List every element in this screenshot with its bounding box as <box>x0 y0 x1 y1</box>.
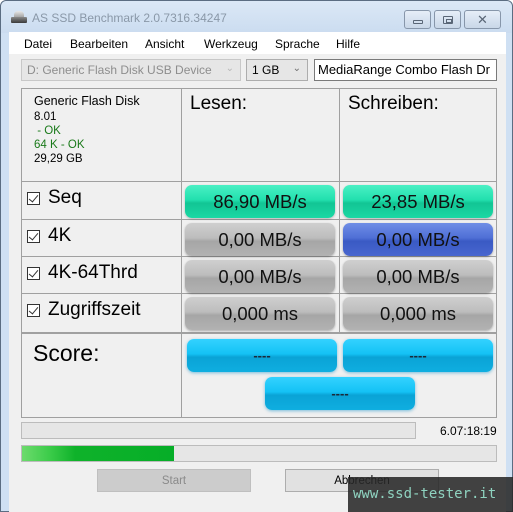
drive-icon <box>11 11 27 23</box>
test-access-time[interactable]: Zugriffszeit <box>27 299 141 321</box>
access-write-result: 0,000 ms <box>343 297 493 330</box>
checkbox-icon[interactable] <box>27 229 40 243</box>
maximize-button[interactable] <box>434 10 461 29</box>
overall-progress-fill <box>22 446 174 461</box>
elapsed-time: 6.07:18:19 <box>440 424 497 438</box>
firmware-version: 8.01 <box>34 111 57 123</box>
window-title: AS SSD Benchmark 2.0.7316.34247 <box>32 11 227 25</box>
score-label: Score: <box>33 340 100 366</box>
device-capacity: 29,29 GB <box>34 153 83 165</box>
test-label: 4K <box>48 225 72 246</box>
close-icon: ✕ <box>477 11 488 27</box>
minimize-button[interactable] <box>404 10 431 29</box>
checkbox-icon[interactable] <box>27 266 40 280</box>
chevron-down-icon: ⌄ <box>292 63 301 74</box>
overall-progress-bar <box>21 445 497 462</box>
4k64-write-result: 0,00 MB/s <box>343 260 493 293</box>
app-window: AS SSD Benchmark 2.0.7316.34247 ✕ Datei … <box>0 0 513 512</box>
access-read-result: 0,000 ms <box>185 297 335 330</box>
menu-bar: Datei Bearbeiten Ansicht Werkzeug Sprach… <box>9 32 506 54</box>
alignment-status: 64 K - OK <box>34 139 85 151</box>
seq-write-result: 23,85 MB/s <box>343 185 493 218</box>
title-bar[interactable]: AS SSD Benchmark 2.0.7316.34247 ✕ <box>1 1 512 33</box>
menu-hilfe[interactable]: Hilfe <box>336 37 360 51</box>
score-total: ---- <box>265 377 415 410</box>
score-write: ---- <box>343 339 493 372</box>
size-select-value: 1 GB <box>252 63 280 77</box>
write-header: Schreiben: <box>348 93 439 114</box>
test-label: 4K-64Thrd <box>48 262 138 283</box>
menu-werkzeug[interactable]: Werkzeug <box>204 37 258 51</box>
start-button[interactable]: Start <box>97 469 251 492</box>
client-area: Datei Bearbeiten Ansicht Werkzeug Sprach… <box>9 32 506 512</box>
close-button[interactable]: ✕ <box>464 10 501 29</box>
score-read: ---- <box>187 339 337 372</box>
device-name: Generic Flash Disk <box>34 94 140 108</box>
maximize-icon <box>442 15 453 24</box>
driver-status: - OK <box>34 125 61 137</box>
4k-write-result: 0,00 MB/s <box>343 223 493 256</box>
test-4k[interactable]: 4K <box>27 225 71 247</box>
watermark: www.ssd-tester.it <box>348 477 513 512</box>
chevron-down-icon: ⌄ <box>225 63 234 74</box>
size-select[interactable]: 1 GB ⌄ <box>246 59 308 81</box>
menu-bearbeiten[interactable]: Bearbeiten <box>70 37 128 51</box>
seq-read-result: 86,90 MB/s <box>185 185 335 218</box>
drive-select[interactable]: D: Generic Flash Disk USB Device ⌄ <box>21 59 241 81</box>
menu-datei[interactable]: Datei <box>24 37 52 51</box>
results-grid: Generic Flash Disk 8.01 - OK 64 K - OK 2… <box>21 88 497 418</box>
test-4k-64thrd[interactable]: 4K-64Thrd <box>27 262 138 284</box>
test-progress-bar <box>21 422 416 439</box>
drive-select-value: D: Generic Flash Disk USB Device <box>27 63 212 77</box>
checkbox-icon[interactable] <box>27 303 40 317</box>
checkbox-icon[interactable] <box>27 191 40 205</box>
test-label: Seq <box>48 187 82 208</box>
4k64-read-result: 0,00 MB/s <box>185 260 335 293</box>
drive-name-input[interactable]: MediaRange Combo Flash Dr <box>314 59 497 81</box>
test-label: Zugriffszeit <box>48 299 141 320</box>
menu-sprache[interactable]: Sprache <box>275 37 320 51</box>
minimize-icon <box>412 19 423 24</box>
menu-ansicht[interactable]: Ansicht <box>145 37 184 51</box>
read-header: Lesen: <box>190 93 248 114</box>
device-info: Generic Flash Disk 8.01 - OK 64 K - OK 2… <box>34 94 140 166</box>
test-seq[interactable]: Seq <box>27 187 82 209</box>
4k-read-result: 0,00 MB/s <box>185 223 335 256</box>
